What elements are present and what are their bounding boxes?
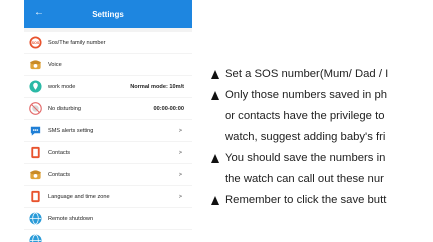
chevron-right-icon: >	[178, 127, 182, 134]
instructions-text: Set a SOS number(Mum/ Dad / I Only those …	[211, 64, 433, 211]
instruction-text: watch, suggest adding baby's fri	[225, 131, 386, 143]
settings-row-label: SMS alerts setting	[48, 127, 94, 134]
instruction-line: Only those numbers saved in ph	[211, 85, 433, 106]
settings-row-label: Voice	[48, 61, 62, 68]
instruction-line: You should save the numbers in	[211, 148, 433, 169]
settings-row[interactable]: Contacts >	[24, 142, 192, 163]
settings-row-label: Language and time zone	[48, 193, 110, 200]
instruction-line: Remember to click the save butt	[211, 190, 433, 211]
phonebook-icon	[29, 146, 42, 159]
settings-row[interactable]: No disturbing 00:00-00:00	[24, 98, 192, 119]
settings-row-value: 00:00-00:00	[153, 105, 184, 112]
globe-icon	[29, 234, 42, 242]
phonebook-icon	[29, 190, 42, 203]
settings-row-value: Normal mode: 10m/t	[130, 83, 184, 90]
triangle-bullet-icon	[211, 70, 219, 79]
sos-icon: SOS	[29, 36, 42, 49]
settings-row-label: work mode	[48, 83, 76, 90]
settings-row-label: Sos/The family number	[48, 39, 106, 46]
instruction-text: You should save the numbers in	[225, 152, 386, 164]
chevron-right-icon: >	[178, 171, 182, 178]
triangle-bullet-icon	[211, 91, 219, 100]
instruction-text: the watch can call out these nur	[225, 173, 384, 185]
phone-screen: ← Settings SOS Sos/The family number Voice…	[24, 0, 192, 242]
settings-row[interactable]: Remote shutdown	[24, 208, 192, 229]
phone-icon	[29, 168, 42, 181]
settings-list: SOS Sos/The family number Voice work mode No…	[24, 32, 192, 242]
settings-row[interactable]: Contacts >	[24, 164, 192, 185]
do-not-disturb-icon	[29, 102, 42, 115]
page-title: Settings	[92, 9, 124, 19]
back-arrow-icon[interactable]: ←	[34, 7, 44, 19]
settings-row[interactable]: Language and time zone >	[24, 186, 192, 207]
instruction-line: the watch can call out these nur	[211, 169, 433, 190]
chevron-right-icon: >	[178, 193, 182, 200]
settings-row-label: Contacts	[48, 149, 71, 156]
instruction-line: Set a SOS number(Mum/ Dad / I	[211, 64, 433, 85]
instruction-text: or contacts have the privilege to	[225, 110, 385, 122]
instruction-text: Remember to click the save butt	[225, 194, 387, 206]
location-icon	[29, 80, 42, 93]
instruction-text: Only those numbers saved in ph	[225, 89, 388, 101]
globe-icon	[29, 212, 42, 225]
settings-row-label: Contacts	[48, 171, 71, 178]
settings-row-label: Remote shutdown	[48, 215, 94, 222]
instruction-line: or contacts have the privilege to	[211, 106, 433, 127]
phone-icon	[29, 58, 42, 71]
instruction-line: watch, suggest adding baby's fri	[211, 127, 433, 148]
app-bar: ← Settings	[24, 0, 192, 28]
chat-bubble-icon	[29, 124, 42, 137]
settings-row-label: No disturbing	[48, 105, 81, 112]
triangle-bullet-icon	[211, 196, 219, 205]
settings-row[interactable]: work mode Normal mode: 10m/t	[24, 76, 192, 97]
settings-row[interactable]	[24, 230, 192, 242]
instruction-text: Set a SOS number(Mum/ Dad / I	[225, 68, 389, 80]
triangle-bullet-icon	[211, 154, 219, 163]
settings-row[interactable]: Voice	[24, 54, 192, 75]
svg-text:SOS: SOS	[32, 41, 40, 45]
settings-row[interactable]: SOS Sos/The family number	[24, 32, 192, 53]
chevron-right-icon: >	[178, 149, 182, 156]
settings-row[interactable]: SMS alerts setting >	[24, 120, 192, 141]
